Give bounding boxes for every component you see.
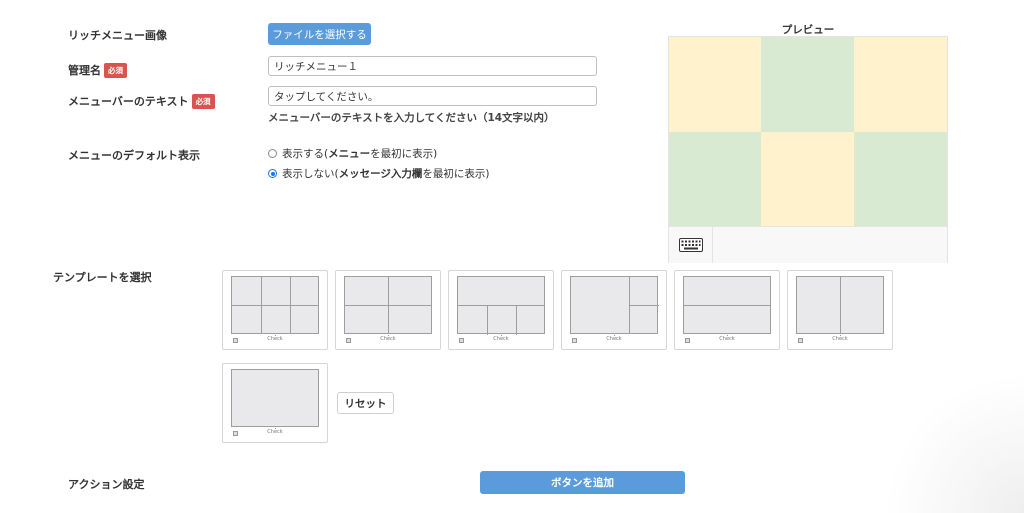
choose-file-button[interactable]: ファイルを選択する	[268, 23, 371, 45]
checkbox-icon	[459, 338, 464, 343]
template-top1-bottom1[interactable]: Check	[674, 270, 780, 350]
name-input[interactable]	[268, 56, 597, 76]
template-label: テンプレートを選択	[53, 271, 152, 284]
menubar-label-text: メニューバーのテキスト	[68, 95, 189, 108]
preview-cell-1	[669, 37, 761, 132]
radio-hide-label: 表示しない(メッセージ入力欄を最初に表示)	[282, 168, 490, 180]
preview-title: プレビュー	[781, 24, 835, 36]
default-display-label: メニューのデフォルト表示	[68, 149, 200, 162]
preview-cell-3	[854, 37, 947, 132]
template-diagram	[457, 276, 545, 335]
template-check-text: Check	[493, 336, 509, 342]
template-check-text: Check	[380, 336, 396, 342]
radio-show-menu[interactable]: 表示する(メニューを最初に表示)	[268, 146, 437, 161]
menubar-help-text: メニューバーのテキストを入力してください（14文字以内）	[268, 112, 555, 124]
background-shade	[884, 373, 1024, 513]
template-check-text: Check	[719, 336, 735, 342]
checkbox-icon	[685, 338, 690, 343]
template-check-text: Check	[832, 336, 848, 342]
required-badge: 必須	[104, 63, 127, 78]
preview-cell-6	[854, 132, 947, 226]
preview-cell-4	[669, 132, 761, 226]
required-badge: 必須	[191, 94, 215, 109]
template-diagram	[796, 276, 884, 334]
reset-button[interactable]: リセット	[337, 392, 394, 414]
preview-cell-5	[761, 132, 854, 226]
template-diagram	[231, 369, 319, 427]
radio-show-input[interactable]	[268, 149, 277, 158]
radio-hide-input[interactable]	[268, 169, 277, 178]
template-grid-2x2[interactable]: Check	[335, 270, 441, 350]
menubar-text-input[interactable]	[268, 86, 597, 106]
name-label-text: 管理名	[68, 64, 101, 77]
checkbox-icon	[233, 338, 238, 343]
keyboard-icon	[679, 238, 703, 252]
template-diagram	[344, 276, 432, 334]
preview-chat-bar	[669, 226, 947, 263]
template-diagram	[570, 276, 659, 334]
checkbox-icon	[572, 338, 577, 343]
radio-hide-menu[interactable]: 表示しない(メッセージ入力欄を最初に表示)	[268, 166, 490, 181]
template-left1-right2[interactable]: Check	[561, 270, 667, 350]
template-single[interactable]: Check	[222, 363, 328, 443]
radio-show-label: 表示する(メニューを最初に表示)	[282, 148, 438, 160]
preview-cell-2	[761, 37, 854, 132]
checkbox-icon	[233, 431, 238, 436]
keyboard-toggle[interactable]	[669, 227, 713, 263]
template-check-text: Check	[267, 336, 283, 342]
template-left1-right1[interactable]: Check	[787, 270, 893, 350]
image-label: リッチメニュー画像	[68, 29, 167, 42]
template-grid-2x3[interactable]: Check	[222, 270, 328, 350]
template-diagram	[231, 276, 319, 334]
preview-panel	[668, 36, 948, 263]
menubar-label: メニューバーのテキスト 必須	[68, 93, 215, 109]
template-check-text: Check	[267, 429, 283, 435]
template-diagram	[683, 276, 771, 334]
template-top1-bottom3[interactable]: Check	[448, 270, 554, 350]
name-label: 管理名 必須	[68, 62, 127, 78]
checkbox-icon	[798, 338, 803, 343]
checkbox-icon	[346, 338, 351, 343]
add-button[interactable]: ボタンを追加	[480, 471, 685, 494]
template-check-text: Check	[606, 336, 622, 342]
action-settings-label: アクション設定	[68, 478, 145, 491]
